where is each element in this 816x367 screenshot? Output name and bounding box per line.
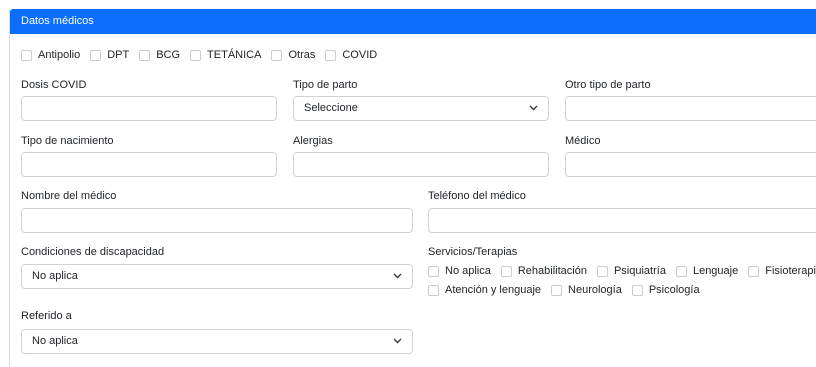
medico-label: Médico xyxy=(565,135,601,147)
servicio-checkbox-no-aplica[interactable]: No aplica xyxy=(428,265,491,277)
vaccine-label: BCG xyxy=(156,49,181,61)
checkbox-box[interactable] xyxy=(190,49,202,61)
vaccine-label: Antipolio xyxy=(38,49,81,61)
vaccines-checkbox-group: Antipolio DPT BCG TETÁNICA Otras COVID xyxy=(21,49,387,61)
servicios-row-1: No aplica Rehabilitación Psiquiatría Len… xyxy=(428,265,816,277)
condiciones-discapacidad-select[interactable]: No aplica xyxy=(21,264,413,289)
checkbox-box[interactable] xyxy=(596,265,608,277)
servicio-checkbox-psicologia[interactable]: Psicología xyxy=(631,284,700,296)
referido-a-value: No aplica xyxy=(32,335,78,347)
vaccine-checkbox-covid[interactable]: COVID xyxy=(325,49,377,61)
vaccine-label: COVID xyxy=(342,49,378,61)
vaccine-label: TETÁNICA xyxy=(207,49,262,61)
checkbox-box[interactable] xyxy=(428,265,439,277)
servicio-checkbox-lenguaje[interactable]: Lenguaje xyxy=(675,265,739,277)
vaccine-label: DPT xyxy=(107,49,130,61)
vaccine-label: Otras xyxy=(288,49,316,61)
servicio-label: Lenguaje xyxy=(692,265,739,277)
vaccine-checkbox-tetanica[interactable]: TETÁNICA xyxy=(190,49,261,61)
referido-a-label: Referido a xyxy=(21,310,72,322)
servicio-label: Neurología xyxy=(568,284,622,296)
vaccine-checkbox-antipolio[interactable]: Antipolio xyxy=(21,49,80,61)
tipo-parto-value: Seleccione xyxy=(304,102,358,114)
medico-input[interactable] xyxy=(565,152,816,177)
tipo-nacimiento-input[interactable] xyxy=(21,152,277,177)
servicio-label: No aplica xyxy=(445,265,491,277)
servicio-label: Fisioterapia xyxy=(765,265,816,277)
alergias-label: Alergias xyxy=(293,135,333,147)
otro-tipo-parto-input[interactable] xyxy=(565,96,816,121)
servicio-checkbox-neurologia[interactable]: Neurología xyxy=(551,284,622,296)
servicios-row-2: Atención y lenguaje Neurología Psicologí… xyxy=(428,284,710,296)
nombre-medico-input[interactable] xyxy=(21,208,413,233)
checkbox-box[interactable] xyxy=(500,265,512,277)
dosis-covid-input[interactable] xyxy=(21,96,277,121)
servicios-terapias-label: Servicios/Terapias xyxy=(428,246,518,258)
referido-a-select[interactable]: No aplica xyxy=(21,329,413,354)
checkbox-box[interactable] xyxy=(631,284,643,296)
chevron-down-icon xyxy=(393,273,402,279)
servicio-checkbox-fisioterapia[interactable]: Fisioterapia xyxy=(748,265,816,277)
checkbox-box[interactable] xyxy=(90,49,102,61)
chevron-down-icon xyxy=(393,338,402,344)
tipo-nacimiento-label: Tipo de nacimiento xyxy=(21,135,114,147)
vaccine-checkbox-bcg[interactable]: BCG xyxy=(139,49,180,61)
condiciones-discapacidad-value: No aplica xyxy=(32,270,78,282)
servicio-label: Psicología xyxy=(648,284,700,296)
alergias-input[interactable] xyxy=(293,152,549,177)
checkbox-box[interactable] xyxy=(325,49,337,61)
servicio-label: Atención y lenguaje xyxy=(445,284,542,296)
section-header: Datos médicos xyxy=(10,9,816,34)
servicio-checkbox-psiquiatria[interactable]: Psiquiatría xyxy=(596,265,666,277)
checkbox-box[interactable] xyxy=(748,265,760,277)
checkbox-box[interactable] xyxy=(675,265,687,277)
dosis-covid-label: Dosis COVID xyxy=(21,79,87,91)
medical-data-card: Datos médicos Antipolio DPT BCG TETÁNICA… xyxy=(9,9,816,367)
checkbox-box[interactable] xyxy=(21,49,32,61)
servicio-label: Rehabilitación xyxy=(517,265,587,277)
checkbox-box[interactable] xyxy=(551,284,563,296)
checkbox-box[interactable] xyxy=(271,49,283,61)
vaccine-checkbox-otras[interactable]: Otras xyxy=(271,49,315,61)
checkbox-box[interactable] xyxy=(139,49,151,61)
tipo-parto-label: Tipo de parto xyxy=(293,79,358,91)
servicio-checkbox-rehabilitacion[interactable]: Rehabilitación xyxy=(500,265,587,277)
tipo-parto-select[interactable]: Seleccione xyxy=(293,96,549,121)
telefono-medico-label: Teléfono del médico xyxy=(428,190,526,202)
servicio-label: Psiquiatría xyxy=(613,265,666,277)
nombre-medico-label: Nombre del médico xyxy=(21,190,117,202)
vaccine-checkbox-dpt[interactable]: DPT xyxy=(90,49,129,61)
chevron-down-icon xyxy=(529,105,538,111)
telefono-medico-input[interactable] xyxy=(428,208,816,233)
otro-tipo-parto-label: Otro tipo de parto xyxy=(565,79,651,91)
servicio-checkbox-atencion-lenguaje[interactable]: Atención y lenguaje xyxy=(428,284,541,296)
checkbox-box[interactable] xyxy=(428,284,439,296)
condiciones-discapacidad-label: Condiciones de discapacidad xyxy=(21,246,165,258)
